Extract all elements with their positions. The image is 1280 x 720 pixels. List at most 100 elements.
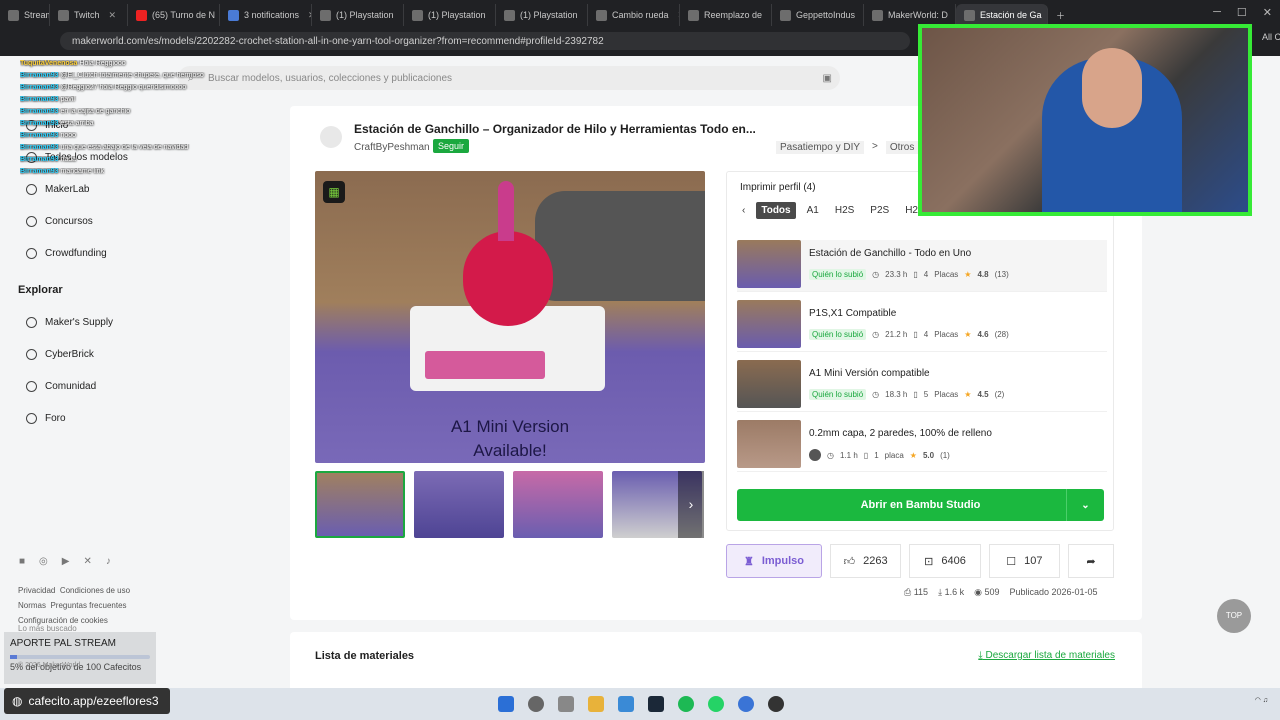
tab-notifications[interactable]: 3 notifications✕ <box>220 4 312 26</box>
profile-row[interactable]: Estación de Ganchillo - Todo en Uno Quié… <box>737 240 1107 292</box>
tab-geppetto[interactable]: GeppettoIndus✕ <box>772 4 864 26</box>
new-tab-button[interactable]: ＋ <box>1048 4 1078 26</box>
close-window-icon[interactable]: ✕ <box>1263 6 1272 19</box>
app-icon[interactable] <box>738 696 754 712</box>
breadcrumb-item[interactable]: Pasatiempo y DIY <box>776 141 865 154</box>
search-icon[interactable] <box>528 696 544 712</box>
sidebar-item-foro[interactable]: Foro <box>26 413 66 424</box>
footer-link[interactable]: Normas <box>18 601 46 610</box>
tab-stream[interactable]: Stream <box>0 4 50 26</box>
youtube-icon[interactable]: ▶ <box>62 556 70 567</box>
share-button[interactable]: ➦ <box>1067 544 1114 578</box>
chat-text: @Reggio27 hola Reggio queridisimoooo <box>60 84 187 91</box>
plate-icon: ▯ <box>913 270 918 279</box>
globe-icon <box>26 381 37 392</box>
browser-icon[interactable] <box>618 696 634 712</box>
chevron-down-icon[interactable]: ⌄ <box>1066 489 1104 521</box>
tab-playstation-2[interactable]: (1) Playstation✕ <box>404 4 496 26</box>
rating: 5.0 <box>922 450 935 460</box>
collect-button[interactable]: ⊡ 6406 <box>909 544 981 578</box>
wifi-icon[interactable]: ◠ <box>1255 697 1261 704</box>
filter-prev-icon[interactable]: ‹ <box>737 202 750 219</box>
footer-link[interactable]: Condiciones de uso <box>60 586 130 595</box>
all-chats-label: All Chats <box>1262 32 1280 42</box>
profile-row[interactable]: 0.2mm capa, 2 paredes, 100% de relleno ◷… <box>737 420 1107 472</box>
filter-h2s[interactable]: H2S <box>830 202 859 219</box>
profile-thumbnail <box>737 300 801 348</box>
sidebar-item-concursos[interactable]: Concursos <box>26 216 93 227</box>
download-materials-link[interactable]: ⤓ Descargar lista de materiales <box>978 650 1115 661</box>
chat-text: @El_Clutch totalmente chupete, que hermo… <box>60 72 204 79</box>
thumbs-up-icon: 👍︎ <box>843 555 856 568</box>
author-avatar[interactable] <box>320 126 342 148</box>
follow-button[interactable]: Seguir <box>433 139 470 153</box>
profile-row[interactable]: P1S,X1 Compatible Quién lo subió ◷ 21.2 h… <box>737 300 1107 352</box>
sidebar-item-makerlab[interactable]: MakerLab <box>26 184 89 195</box>
tab-estacion-active[interactable]: Estación de Ga✕ <box>956 4 1048 26</box>
footer-link[interactable]: Preguntas frecuentes <box>50 601 126 610</box>
trophy-icon <box>26 216 37 227</box>
boost-button[interactable]: ♜ Impulso <box>726 544 822 578</box>
start-icon[interactable] <box>498 696 514 712</box>
rating-count: (13) <box>994 270 1009 279</box>
search-input[interactable]: ⌕ Buscar modelos, usuarios, colecciones … <box>178 66 840 90</box>
back-to-top-button[interactable]: TOP <box>1217 599 1251 633</box>
tab-playstation-1[interactable]: (1) Playstation✕ <box>312 4 404 26</box>
volume-icon[interactable]: ♫ <box>1263 697 1268 704</box>
tab-favicon <box>504 9 515 21</box>
comment-button[interactable]: ☐ 107 <box>988 544 1060 578</box>
profile-row[interactable]: A1 Mini Versión compatible Quién lo subi… <box>737 360 1107 412</box>
tab-reemplazo[interactable]: Reemplazo de✕ <box>680 4 772 26</box>
minimize-icon[interactable]: ─ <box>1213 6 1221 19</box>
thumbnail[interactable] <box>414 471 504 538</box>
plate-count: 4 <box>923 330 929 339</box>
sidebar-item-makers-supply[interactable]: Maker's Supply <box>26 317 113 328</box>
filter-p2s[interactable]: P2S <box>865 202 894 219</box>
tab-youtube[interactable]: (65) Turno de N✕ <box>128 4 220 26</box>
facebook-icon[interactable]: ■ <box>19 556 25 567</box>
main-model-image[interactable]: ▦ A1 Mini Version Available! <box>315 171 705 463</box>
tab-favicon <box>58 9 69 21</box>
all-chats-button[interactable]: All Chats <box>1262 32 1280 50</box>
steam-icon[interactable] <box>648 696 664 712</box>
tiktok-icon[interactable]: ♪ <box>106 556 111 567</box>
obs-icon[interactable] <box>768 696 784 712</box>
donation-progress-bar <box>10 655 150 659</box>
sidebar-item-comunidad[interactable]: Comunidad <box>26 381 96 392</box>
breadcrumb-item[interactable]: Otros <box>885 141 919 154</box>
bambu-logo-icon: ▦ <box>323 181 345 203</box>
tab-playstation-3[interactable]: (1) Playstation✕ <box>496 4 588 26</box>
filter-todos[interactable]: Todos <box>756 202 796 219</box>
chat-user: Birraman93 <box>20 120 59 127</box>
bag-icon <box>26 317 37 328</box>
tab-twitch[interactable]: Twitch ✕ <box>50 4 128 26</box>
address-bar[interactable]: makerworld.com/es/models/2202282-crochet… <box>60 32 910 50</box>
uploader-badge: Quién lo subió <box>809 389 867 400</box>
close-tab-icon[interactable]: ✕ <box>109 10 117 21</box>
whatsapp-icon[interactable] <box>708 696 724 712</box>
chat-text: en la cajita de ganchio <box>60 108 131 115</box>
plates-label: Placas <box>934 270 959 279</box>
footer-link[interactable]: Privacidad <box>18 586 55 595</box>
tab-label: Reemplazo de <box>704 10 763 20</box>
author-name[interactable]: CraftByPeshman <box>354 142 430 153</box>
footer-link[interactable]: Lo más buscado <box>18 624 77 633</box>
next-thumbnail-button[interactable]: › <box>678 471 704 538</box>
plate-icon: ▯ <box>913 330 918 339</box>
thumbnail[interactable] <box>315 471 405 538</box>
spotify-icon[interactable] <box>678 696 694 712</box>
sidebar-item-crowdfunding[interactable]: Crowdfunding <box>26 248 107 259</box>
x-icon[interactable]: ✕ <box>83 556 91 567</box>
thumbnail[interactable] <box>513 471 603 538</box>
like-button[interactable]: 👍︎ 2263 <box>830 544 902 578</box>
maximize-icon[interactable]: ☐ <box>1237 6 1247 19</box>
tab-makerworld[interactable]: MakerWorld: D✕ <box>864 4 956 26</box>
image-search-icon[interactable]: ▣ <box>823 73 832 84</box>
file-explorer-icon[interactable] <box>588 696 604 712</box>
tab-cambio-rueda[interactable]: Cambio rueda✕ <box>588 4 680 26</box>
open-in-bambu-studio-button[interactable]: Abrir en Bambu Studio ⌄ <box>737 489 1104 521</box>
task-view-icon[interactable] <box>558 696 574 712</box>
filter-a1[interactable]: A1 <box>802 202 824 219</box>
instagram-icon[interactable]: ◎ <box>39 556 48 567</box>
sidebar-item-cyberbrick[interactable]: CyberBrick <box>26 349 94 360</box>
